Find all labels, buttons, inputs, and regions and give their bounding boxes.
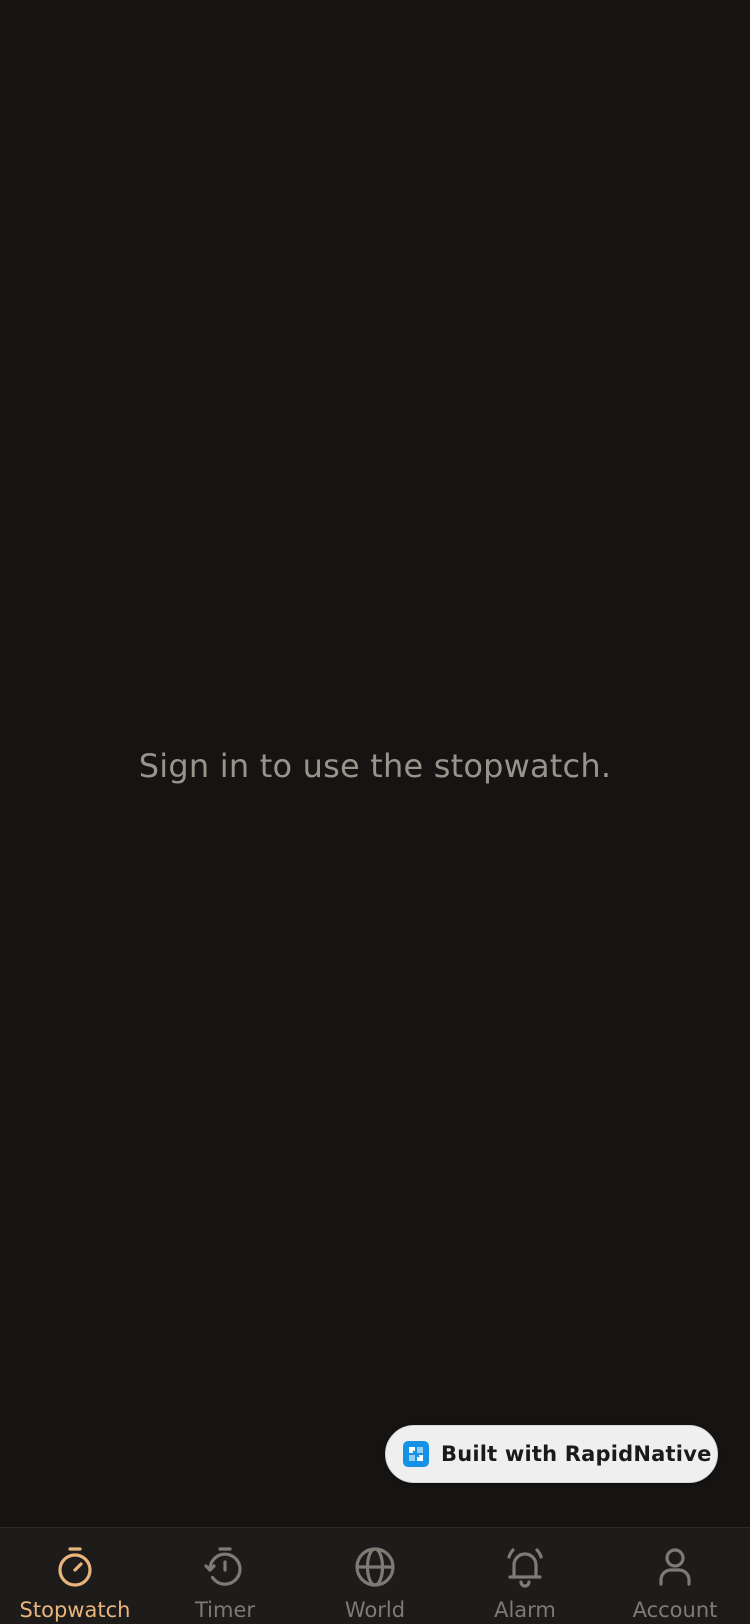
- globe-icon: [355, 1547, 395, 1587]
- timer-icon: [204, 1547, 242, 1586]
- main-content: Sign in to use the stopwatch.: [0, 0, 750, 1527]
- tab-timer[interactable]: Timer: [150, 1528, 300, 1624]
- tab-stopwatch-label: Stopwatch: [19, 1598, 131, 1622]
- tab-world-label: World: [344, 1598, 406, 1622]
- built-with-rapidnative-badge[interactable]: Built with RapidNative: [385, 1425, 718, 1483]
- tab-account[interactable]: Account: [600, 1528, 750, 1624]
- tab-world[interactable]: World: [300, 1528, 450, 1624]
- tab-alarm[interactable]: Alarm: [450, 1528, 600, 1624]
- rapidnative-logo-icon: [403, 1441, 429, 1467]
- tab-alarm-label: Alarm: [494, 1598, 556, 1622]
- user-icon: [659, 1548, 691, 1586]
- sign-in-message: Sign in to use the stopwatch.: [138, 747, 612, 785]
- badge-label: Built with RapidNative: [441, 1442, 712, 1466]
- stopwatch-icon: [58, 1547, 92, 1587]
- bottom-tab-bar: Stopwatch Timer World Alarm Account: [0, 1527, 750, 1624]
- alarm-bell-icon: [507, 1548, 543, 1588]
- tab-account-label: Account: [632, 1598, 718, 1622]
- tab-stopwatch[interactable]: Stopwatch: [0, 1528, 150, 1624]
- tab-timer-label: Timer: [194, 1598, 256, 1622]
